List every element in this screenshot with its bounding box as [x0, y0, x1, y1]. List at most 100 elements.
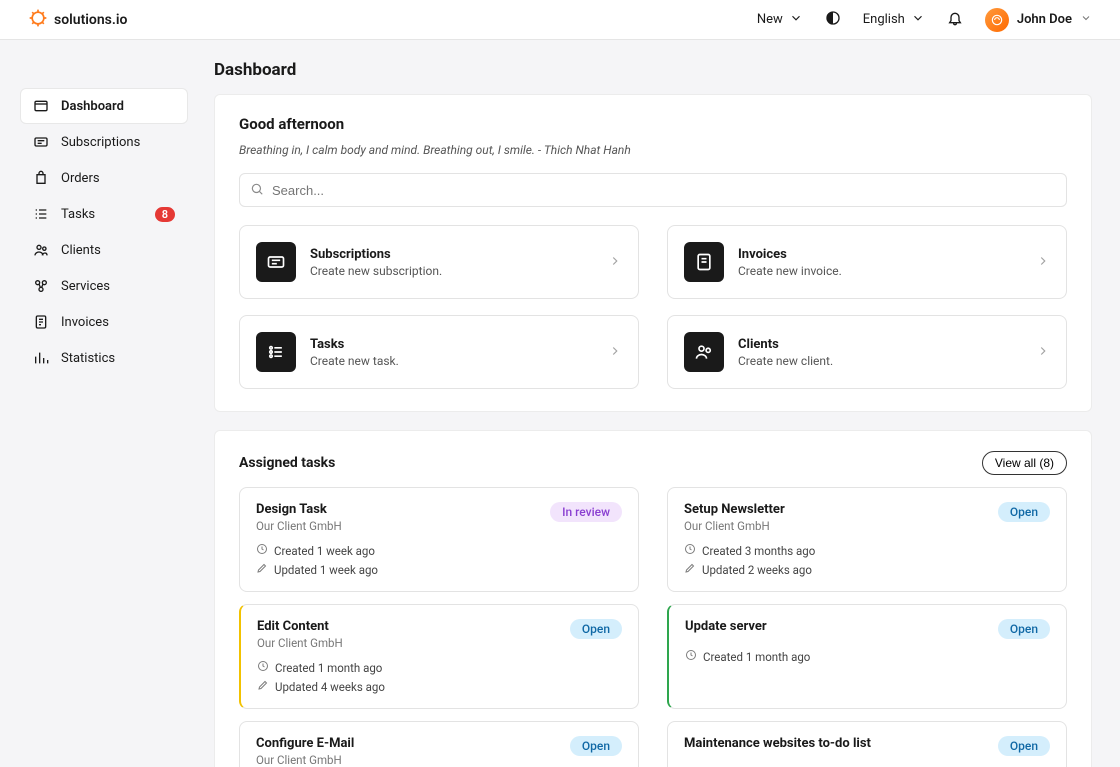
sidebar-item-label: Statistics — [61, 351, 115, 366]
action-title: Subscriptions — [310, 247, 594, 262]
task-card[interactable]: Maintenance websites to-do listOpenCreat… — [667, 721, 1067, 767]
orders-icon — [33, 170, 49, 186]
search-box[interactable] — [239, 173, 1067, 207]
pencil-icon — [256, 562, 268, 577]
sidebar-item-label: Invoices — [61, 315, 109, 330]
task-updated: Updated 4 weeks ago — [257, 679, 622, 694]
chevron-right-icon — [608, 253, 622, 272]
action-sub: Create new subscription. — [310, 264, 594, 278]
sidebar-item-label: Services — [61, 279, 110, 294]
clients-card-icon — [684, 332, 724, 372]
new-label: New — [757, 12, 783, 27]
clock-icon — [256, 543, 268, 558]
sidebar-item-label: Orders — [61, 171, 100, 186]
sidebar-item-statistics[interactable]: Statistics — [20, 340, 188, 376]
search-icon — [250, 181, 264, 200]
sidebar: Dashboard Subscriptions Orders Tasks 8 C… — [0, 40, 200, 767]
quote-text: Breathing in, I calm body and mind. Brea… — [239, 143, 1067, 157]
section-title: Assigned tasks — [239, 455, 982, 471]
task-client: Our Client GmbH — [257, 636, 343, 650]
avatar — [985, 8, 1009, 32]
user-menu[interactable]: John Doe — [985, 8, 1092, 32]
sidebar-item-subscriptions[interactable]: Subscriptions — [20, 124, 188, 160]
task-card[interactable]: Edit ContentOur Client GmbHOpenCreated 1… — [239, 604, 639, 709]
task-title: Setup Newsletter — [684, 502, 785, 517]
app-header: solutions.io New English John Doe — [0, 0, 1120, 40]
clock-icon — [685, 649, 697, 664]
action-subscriptions[interactable]: Subscriptions Create new subscription. — [239, 225, 639, 299]
task-card[interactable]: Update server Open Created 1 month ago — [667, 604, 1067, 709]
header-actions: New English John Doe — [757, 8, 1092, 32]
sidebar-item-orders[interactable]: Orders — [20, 160, 188, 196]
task-status-badge: Open — [998, 736, 1050, 756]
task-status-badge: Open — [998, 502, 1050, 522]
page-title: Dashboard — [214, 60, 1092, 80]
subscription-card-icon — [256, 242, 296, 282]
task-status-badge: Open — [998, 619, 1050, 639]
brand-logo[interactable]: solutions.io — [28, 8, 127, 32]
task-created: Created 1 month ago — [685, 649, 1050, 664]
statistics-icon — [33, 350, 49, 366]
sidebar-item-label: Dashboard — [61, 99, 124, 114]
task-title: Update server — [685, 619, 767, 634]
task-status-badge: In review — [550, 502, 622, 522]
clients-icon — [33, 242, 49, 258]
action-clients[interactable]: Clients Create new client. — [667, 315, 1067, 389]
language-label: English — [863, 12, 905, 27]
chevron-right-icon — [1036, 253, 1050, 272]
task-client: Our Client GmbH — [684, 519, 785, 533]
sidebar-item-label: Subscriptions — [61, 135, 140, 150]
notifications-button[interactable] — [947, 10, 963, 30]
sidebar-item-tasks[interactable]: Tasks 8 — [20, 196, 188, 232]
chevron-down-icon — [789, 11, 803, 29]
action-title: Invoices — [738, 247, 1022, 262]
view-all-button[interactable]: View all (8) — [982, 451, 1067, 475]
tasks-badge: 8 — [155, 207, 175, 222]
task-card[interactable]: Setup Newsletter Our Client GmbH Open Creat… — [667, 487, 1067, 592]
task-client: Our Client GmbH — [256, 753, 354, 767]
task-title: Edit Content — [257, 619, 343, 634]
clock-icon — [257, 660, 269, 675]
task-created: Created 3 months ago — [684, 543, 1050, 558]
brand-name: solutions.io — [54, 12, 127, 28]
action-title: Clients — [738, 337, 1022, 352]
chevron-right-icon — [608, 343, 622, 362]
services-icon — [33, 278, 49, 294]
chevron-down-icon — [911, 11, 925, 29]
invoice-card-icon — [684, 242, 724, 282]
task-status-badge: Open — [570, 736, 622, 756]
subscriptions-icon — [33, 134, 49, 150]
tasks-icon — [33, 206, 49, 222]
action-sub: Create new client. — [738, 354, 1022, 368]
sidebar-item-invoices[interactable]: Invoices — [20, 304, 188, 340]
action-invoices[interactable]: Invoices Create new invoice. — [667, 225, 1067, 299]
sidebar-item-clients[interactable]: Clients — [20, 232, 188, 268]
action-tasks[interactable]: Tasks Create new task. — [239, 315, 639, 389]
greeting-text: Good afternoon — [239, 115, 1067, 133]
search-input[interactable] — [272, 183, 1056, 198]
task-updated: Updated 1 week ago — [256, 562, 622, 577]
invoices-icon — [33, 314, 49, 330]
task-title: Design Task — [256, 502, 342, 517]
sidebar-item-services[interactable]: Services — [20, 268, 188, 304]
brand-icon — [28, 8, 48, 32]
task-title: Maintenance websites to-do list — [684, 736, 871, 751]
task-updated: Updated 2 weeks ago — [684, 562, 1050, 577]
task-card[interactable]: Design TaskOur Client GmbHIn reviewCreat… — [239, 487, 639, 592]
sidebar-item-label: Clients — [61, 243, 101, 258]
greeting-panel: Good afternoon Breathing in, I calm body… — [214, 94, 1092, 412]
task-card[interactable]: Configure E-MailOur Client GmbHOpenCreat… — [239, 721, 639, 767]
assigned-tasks-panel: Assigned tasks View all (8) Design Task O… — [214, 430, 1092, 767]
user-name: John Doe — [1017, 12, 1072, 27]
sidebar-item-dashboard[interactable]: Dashboard — [20, 88, 188, 124]
pencil-icon — [257, 679, 269, 694]
task-created: Created 1 month ago — [257, 660, 622, 675]
tasks-card-icon — [256, 332, 296, 372]
clock-icon — [684, 543, 696, 558]
action-sub: Create new task. — [310, 354, 594, 368]
quick-actions: Subscriptions Create new subscription. I… — [239, 225, 1067, 389]
theme-toggle[interactable] — [825, 10, 841, 30]
task-client: Our Client GmbH — [256, 519, 342, 533]
language-dropdown[interactable]: English — [863, 11, 925, 29]
new-dropdown[interactable]: New — [757, 11, 803, 29]
